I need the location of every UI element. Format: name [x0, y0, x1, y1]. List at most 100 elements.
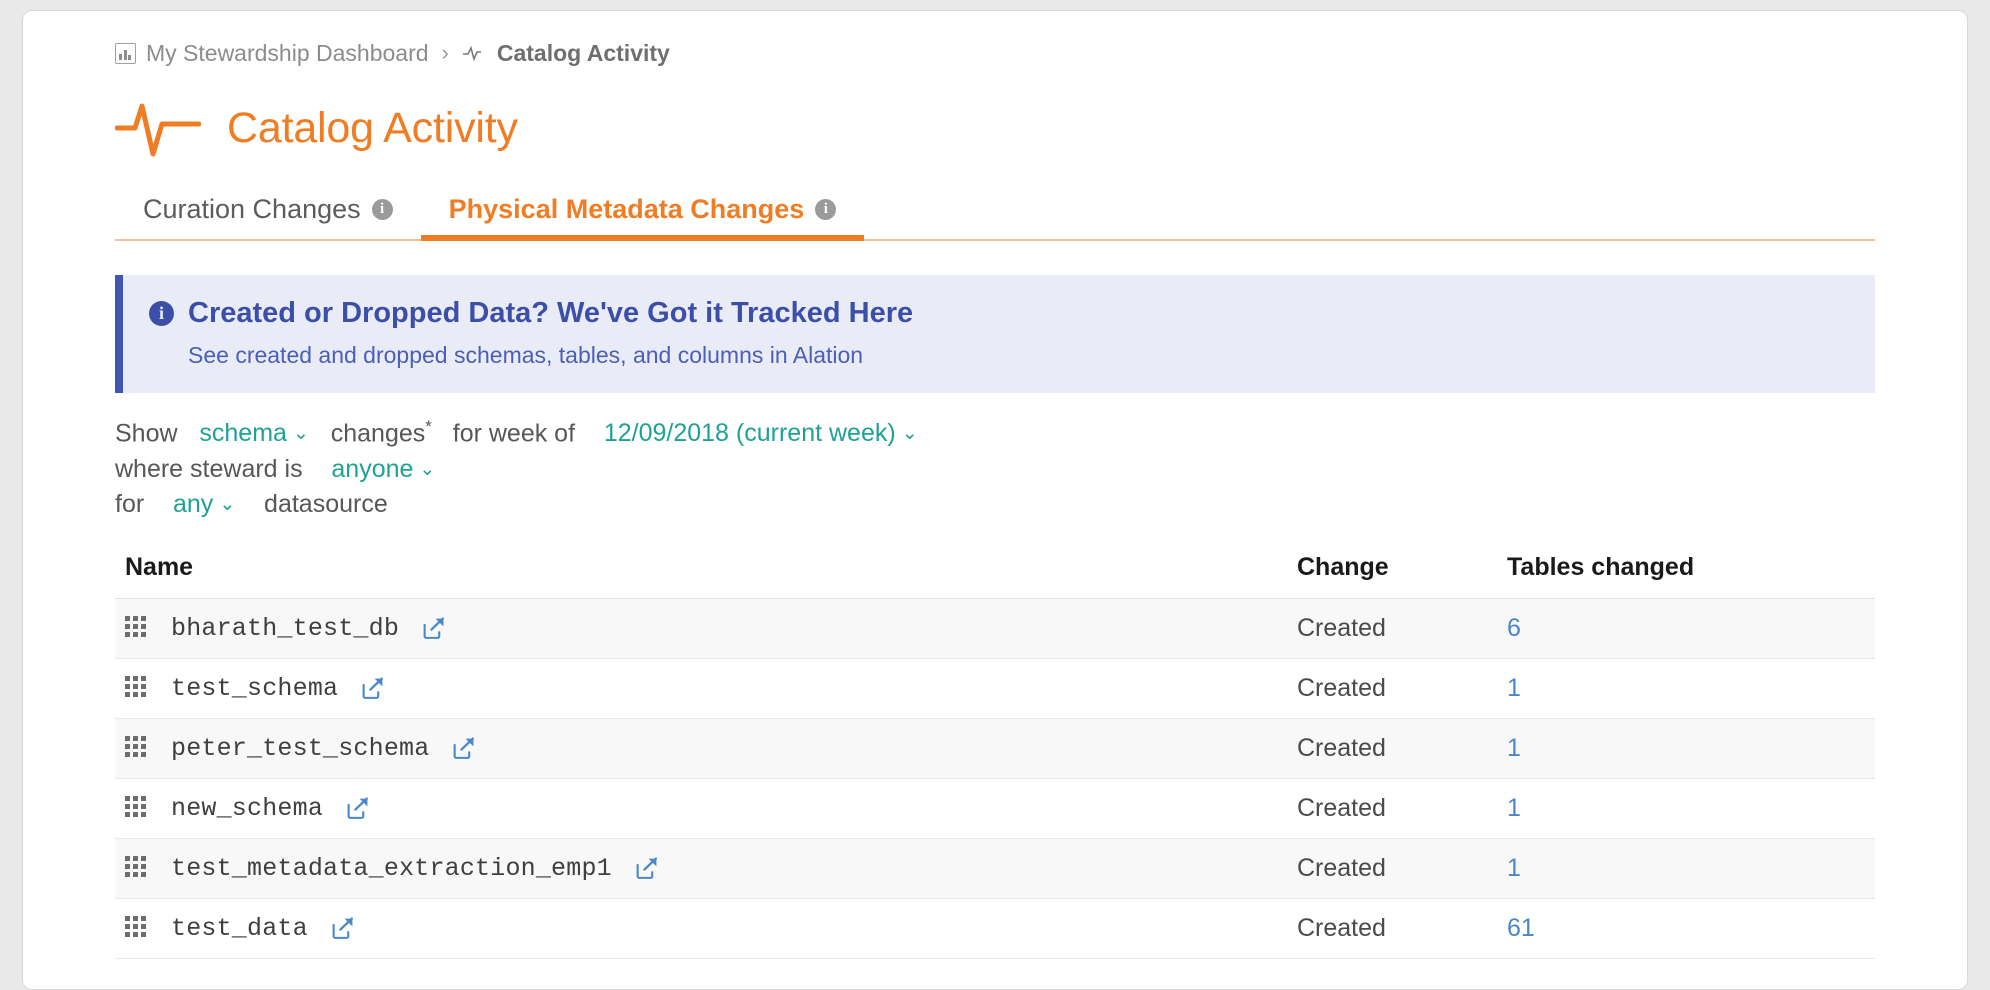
table-row[interactable]: test_schema Created 1 — [115, 658, 1875, 719]
cell-name: peter_test_schema — [115, 718, 1297, 779]
cell-change: Created — [1297, 718, 1507, 779]
grid-icon — [125, 736, 149, 760]
filter-steward-value: anyone — [331, 454, 414, 483]
page-title: Catalog Activity — [227, 103, 518, 152]
schema-name: test_data — [171, 913, 308, 943]
tables-changed-link[interactable]: 61 — [1507, 914, 1535, 942]
schema-name: test_metadata_extraction_emp1 — [171, 853, 612, 883]
grid-icon — [125, 856, 149, 880]
filter-week-value: 12/09/2018 (current week) — [603, 419, 896, 448]
cell-tables-changed: 1 — [1507, 778, 1875, 839]
cell-tables-changed: 1 — [1507, 658, 1875, 719]
cell-change: Created — [1297, 898, 1507, 959]
bar-chart-icon — [115, 42, 136, 64]
filter-text-changes: changes — [330, 419, 426, 448]
tables-changed-link[interactable]: 1 — [1507, 794, 1521, 822]
column-header-tables-changed[interactable]: Tables changed — [1507, 552, 1875, 599]
filter-prefix-show: Show — [115, 419, 178, 448]
table-row[interactable]: peter_test_schema Created 1 — [115, 718, 1875, 779]
info-banner-subtitle: See created and dropped schemas, tables,… — [188, 342, 864, 368]
external-link-icon[interactable] — [421, 616, 446, 641]
filter-prefix-steward: where steward is — [115, 454, 303, 483]
external-link-icon[interactable] — [345, 796, 370, 821]
chevron-down-icon: ⌄ — [419, 458, 436, 480]
tab-label: Curation Changes — [143, 194, 361, 224]
filter-suffix-datasource: datasource — [264, 490, 388, 519]
filter-bar: Show schema ⌄ changes* for week of 12/09/… — [115, 415, 1967, 523]
external-link-icon[interactable] — [360, 676, 385, 701]
cell-name: test_metadata_extraction_emp1 — [115, 838, 1297, 899]
schema-name: new_schema — [171, 793, 324, 823]
tab-bar: Curation Changes i Physical Metadata Cha… — [115, 185, 1875, 241]
external-link-icon[interactable] — [451, 736, 476, 761]
cell-tables-changed: 1 — [1507, 718, 1875, 779]
filter-object-type-dropdown[interactable]: schema ⌄ — [198, 419, 309, 447]
info-banner: i Created or Dropped Data? We've Got it … — [115, 275, 1875, 393]
filter-text-for-week-of: for week of — [452, 419, 576, 448]
info-icon[interactable]: i — [815, 199, 837, 220]
filter-line-object-type: Show schema ⌄ changes* for week of 12/09/… — [115, 415, 1967, 452]
page-header: Catalog Activity — [115, 95, 1967, 161]
cell-name: new_schema — [115, 778, 1297, 839]
filter-line-steward: where steward is anyone ⌄ — [115, 452, 1967, 488]
cell-tables-changed: 61 — [1507, 898, 1875, 959]
tab-curation-changes[interactable]: Curation Changes i — [115, 194, 421, 239]
breadcrumb-item-current: Catalog Activity — [462, 40, 670, 67]
tables-changed-link[interactable]: 1 — [1507, 854, 1521, 882]
cell-name: test_schema — [115, 658, 1297, 719]
tables-changed-link[interactable]: 1 — [1507, 734, 1521, 762]
table-row[interactable]: test_data Created 61 — [115, 898, 1875, 959]
grid-icon — [125, 916, 149, 940]
filter-prefix-for: for — [115, 490, 145, 519]
cell-tables-changed: 1 — [1507, 838, 1875, 899]
chevron-down-icon: ⌄ — [901, 423, 918, 445]
cell-name: test_data — [115, 898, 1297, 959]
cell-change: Created — [1297, 658, 1507, 719]
filter-line-datasource: for any ⌄ datasource — [115, 487, 1967, 523]
filter-datasource-dropdown[interactable]: any ⌄ — [172, 490, 236, 518]
cell-change: Created — [1297, 838, 1507, 899]
cell-change: Created — [1297, 598, 1507, 659]
cell-change: Created — [1297, 778, 1507, 839]
info-banner-title-row: i Created or Dropped Data? We've Got it … — [149, 297, 913, 330]
table-header-row: Name Change Tables changed — [115, 552, 1875, 599]
info-banner-title: Created or Dropped Data? We've Got it Tr… — [188, 297, 914, 329]
tab-label: Physical Metadata Changes — [448, 194, 805, 224]
info-icon: i — [149, 301, 174, 326]
pulse-icon — [462, 45, 481, 61]
external-link-icon[interactable] — [330, 916, 355, 941]
filter-object-type-value: schema — [199, 419, 287, 448]
filter-datasource-value: any — [173, 490, 214, 519]
filter-steward-dropdown[interactable]: anyone ⌄ — [330, 455, 436, 483]
tables-changed-link[interactable]: 6 — [1507, 614, 1521, 642]
changes-table: Name Change Tables changed bharath_test_… — [115, 552, 1875, 959]
table-body: bharath_test_db Created 6 test_schema Cr… — [115, 598, 1875, 959]
breadcrumb-root-label: My Stewardship Dashboard — [146, 39, 429, 66]
cell-tables-changed: 6 — [1507, 598, 1875, 659]
grid-icon — [125, 796, 149, 820]
info-icon[interactable]: i — [371, 199, 393, 220]
tab-physical-metadata-changes[interactable]: Physical Metadata Changes i — [420, 194, 865, 241]
table-row[interactable]: new_schema Created 1 — [115, 778, 1875, 839]
breadcrumb: My Stewardship Dashboard › Catalog Activ… — [115, 37, 1967, 69]
filter-asterisk: * — [425, 417, 432, 436]
filter-week-dropdown[interactable]: 12/09/2018 (current week) ⌄ — [603, 419, 919, 447]
breadcrumb-item-dashboard[interactable]: My Stewardship Dashboard — [115, 40, 429, 67]
schema-name: test_schema — [171, 673, 339, 703]
table-row[interactable]: bharath_test_db Created 6 — [115, 598, 1875, 659]
grid-icon — [125, 616, 149, 640]
breadcrumb-separator: › — [441, 40, 449, 65]
grid-icon — [125, 676, 149, 700]
table-row[interactable]: test_metadata_extraction_emp1 Created 1 — [115, 838, 1875, 899]
column-header-change[interactable]: Change — [1297, 552, 1507, 599]
page-card: My Stewardship Dashboard › Catalog Activ… — [22, 10, 1968, 990]
tables-changed-link[interactable]: 1 — [1507, 674, 1521, 702]
schema-name: bharath_test_db — [171, 613, 400, 643]
column-header-name[interactable]: Name — [115, 552, 1297, 599]
external-link-icon[interactable] — [634, 856, 659, 881]
cell-name: bharath_test_db — [115, 598, 1297, 659]
chevron-down-icon: ⌄ — [219, 494, 236, 516]
chevron-down-icon: ⌄ — [292, 423, 309, 445]
schema-name: peter_test_schema — [171, 733, 430, 763]
breadcrumb-current-label: Catalog Activity — [496, 39, 670, 66]
